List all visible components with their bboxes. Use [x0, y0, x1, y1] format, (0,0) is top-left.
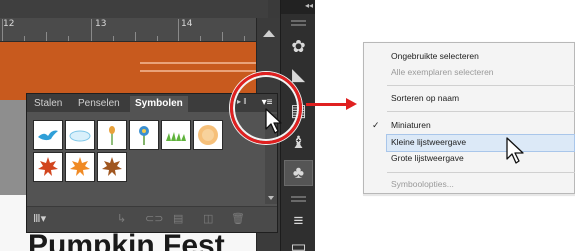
artboards-icon[interactable]: ▭ — [284, 234, 313, 251]
place-symbol-icon[interactable]: ↳ — [117, 212, 126, 225]
menu-item-select-all-instances: Alle exemplaren selecteren — [391, 67, 494, 77]
ruler-tick — [135, 32, 136, 41]
dock-grip[interactable] — [291, 20, 306, 22]
sun-dots-icon — [198, 125, 218, 145]
panel-bottom-bar: Ⅲ▾ ↳ ⊂⊃ ▤ ◫ 🗑 — [27, 206, 277, 232]
scroll-up-arrow-icon[interactable] — [263, 30, 275, 37]
dock-header[interactable]: ◂◂ — [281, 0, 315, 14]
symbol-options-icon[interactable]: ▤ — [173, 212, 183, 225]
dock-collapse-icon[interactable]: ◂◂ — [305, 1, 313, 10]
menu-item-sort-by-name[interactable]: Sorteren op naam — [391, 90, 459, 107]
highlight-callout-circle — [230, 72, 302, 144]
symbol-brown-maple-leaf[interactable] — [97, 152, 127, 182]
scroll-down-icon[interactable] — [268, 196, 274, 200]
brown-leaf-icon — [102, 157, 122, 176]
symbol-red-maple-leaf[interactable] — [33, 152, 63, 182]
layers-icon[interactable]: ≡ — [284, 208, 313, 234]
symbol-flower-bud[interactable] — [97, 120, 127, 150]
break-link-icon[interactable]: ⊂⊃ — [145, 212, 163, 225]
tab-symbolen[interactable]: Symbolen — [130, 96, 188, 112]
flower-bud-icon — [109, 126, 115, 145]
red-leaf-icon — [38, 157, 58, 176]
ruler-number: 14 — [181, 19, 193, 29]
ruler-tick — [113, 36, 114, 41]
ruler-tick — [2, 19, 3, 41]
tab-stalen[interactable]: Stalen — [29, 96, 67, 112]
ruler-tick — [222, 32, 223, 41]
menu-item-large-list-view[interactable]: Grote lijstweergave — [391, 150, 464, 167]
delete-symbol-icon[interactable]: 🗑 — [231, 212, 245, 225]
symbol-blue-flower[interactable] — [129, 120, 159, 150]
ruler-tick — [200, 36, 201, 41]
menu-item-select-unused[interactable]: Ongebruikte selecteren — [391, 48, 479, 65]
grass-icon — [166, 132, 186, 141]
artwork-stripe — [140, 70, 268, 72]
artwork-orange-band — [0, 42, 268, 100]
callout-arrow-line — [306, 103, 348, 106]
ruler-tick — [91, 19, 92, 41]
ruler-number: 12 — [3, 19, 15, 29]
menu-separator — [387, 172, 575, 173]
symbol-orange-maple-leaf[interactable] — [65, 152, 95, 182]
cloud-icon — [69, 130, 91, 142]
menu-mouse-cursor-icon — [506, 137, 524, 164]
menu-separator — [387, 85, 575, 86]
symbols-grid — [29, 114, 263, 204]
symbols-icon[interactable]: ♣ — [284, 160, 313, 186]
ruler-tick — [178, 19, 179, 41]
horizontal-ruler: 12 13 14 — [0, 18, 268, 42]
menu-item-symbol-options: Symboolopties... — [391, 179, 454, 189]
dock-grip[interactable] — [291, 24, 306, 26]
artwork-stripe — [140, 62, 268, 64]
menu-item-small-list-view[interactable]: Kleine lijstweergave — [391, 134, 466, 151]
menu-bottom-shadow — [363, 194, 575, 196]
panel-flyout-menu: Ongebruikte selecteren Alle exemplaren s… — [363, 42, 575, 194]
brushes-icon[interactable]: ✿ — [284, 34, 313, 60]
ruler-tick — [68, 36, 69, 41]
menu-item-thumbnails[interactable]: Miniaturen — [391, 117, 431, 134]
new-symbol-icon[interactable]: ◫ — [203, 212, 213, 225]
dock-grip[interactable] — [291, 196, 306, 198]
ruler-tick — [46, 32, 47, 41]
dock-grip[interactable] — [291, 200, 306, 202]
callout-arrow-head-icon — [346, 98, 357, 110]
ruler-tick — [244, 36, 245, 41]
ruler-tick — [157, 36, 158, 41]
checkmark-icon: ✓ — [372, 120, 380, 130]
symbol-grass[interactable] — [161, 120, 191, 150]
symbol-cloud[interactable] — [65, 120, 95, 150]
symbol-blue-bird[interactable] — [33, 120, 63, 150]
symbol-libraries-icon[interactable]: Ⅲ▾ — [33, 212, 46, 225]
orange-leaf-icon — [70, 157, 90, 176]
tab-penselen[interactable]: Penselen — [73, 96, 125, 112]
ruler-tick — [24, 36, 25, 41]
ruler-number: 13 — [95, 19, 107, 29]
blue-flower-icon — [139, 126, 149, 145]
symbol-sun-dots[interactable] — [193, 120, 223, 150]
document-top-bar — [0, 0, 268, 18]
bird-icon — [38, 130, 58, 141]
menu-separator — [387, 111, 575, 112]
